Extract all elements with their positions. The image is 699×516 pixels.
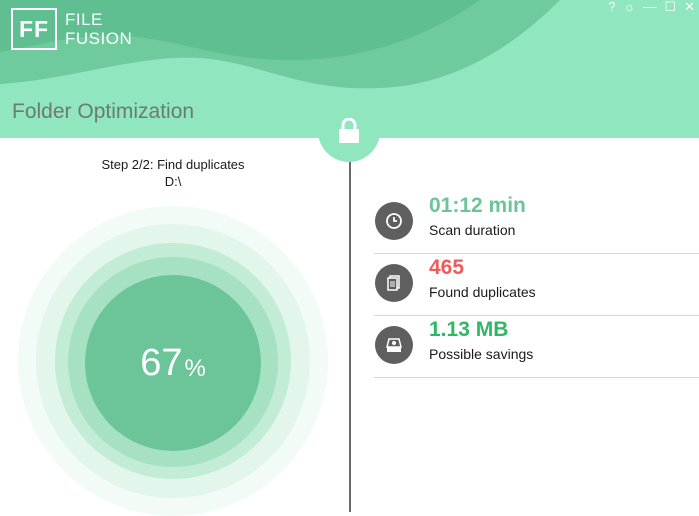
scan-step-info: Step 2/2: Find duplicates D:\ <box>0 156 346 190</box>
stat-found-duplicates: 465 Found duplicates <box>374 255 699 316</box>
logo-mark: FF <box>11 8 57 50</box>
lock-button[interactable] <box>318 100 380 162</box>
progress-percent: 67 % <box>85 275 261 451</box>
stat-label: Found duplicates <box>429 284 536 300</box>
close-button[interactable]: ✕ <box>684 0 695 14</box>
window-controls: ? ☼ — ☐ ✕ <box>608 0 695 14</box>
lock-icon <box>339 118 359 143</box>
minimize-button[interactable]: — <box>643 0 656 14</box>
stat-value: 1.13 MB <box>429 318 509 341</box>
logo-line1: FILE <box>65 10 103 29</box>
settings-icon[interactable]: ☼ <box>624 0 636 14</box>
stat-value: 01:12 min <box>429 194 526 217</box>
clock-icon <box>375 202 413 240</box>
app-logo: FF FILE FUSION <box>11 8 132 50</box>
stat-possible-savings: 1.13 MB Possible savings <box>374 317 699 378</box>
help-icon[interactable]: ? <box>608 0 615 14</box>
stat-label: Scan duration <box>429 222 516 238</box>
logo-text: FILE FUSION <box>65 10 132 48</box>
stat-scan-duration: 01:12 min Scan duration <box>374 193 699 254</box>
logo-line2: FUSION <box>65 29 133 48</box>
vertical-divider <box>349 162 351 512</box>
step-label: Step 2/2: Find duplicates <box>101 157 245 172</box>
percent-value: 67 <box>140 341 183 384</box>
page-title: Folder Optimization <box>12 100 195 123</box>
stat-label: Possible savings <box>429 346 534 362</box>
scan-path: D:\ <box>164 174 182 189</box>
maximize-button[interactable]: ☐ <box>664 0 676 14</box>
files-icon <box>375 264 413 302</box>
stat-value: 465 <box>429 256 465 279</box>
percent-symbol: % <box>184 355 206 382</box>
drive-icon <box>375 326 413 364</box>
